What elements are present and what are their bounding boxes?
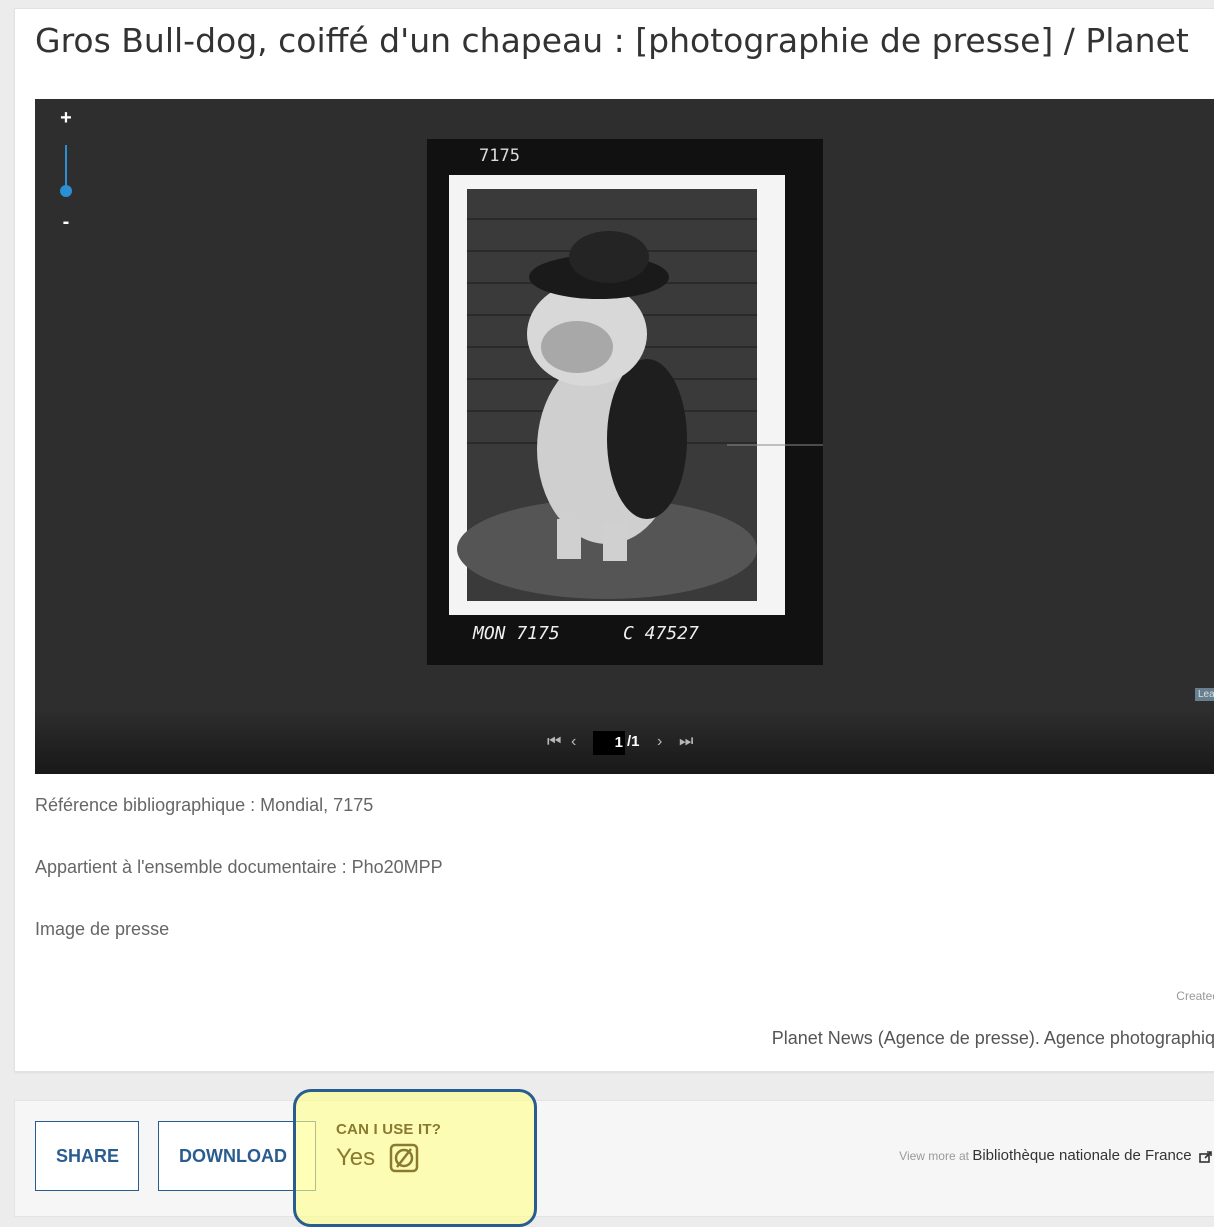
rights-statement[interactable]: Yes bbox=[336, 1143, 419, 1173]
provider-link[interactable]: Bibliothèque nationale de France bbox=[972, 1147, 1191, 1164]
image-viewer[interactable]: + - 7175 MON 7175 C 47527 Lea ⏮ ‹ 1 /1 ›… bbox=[35, 99, 1214, 774]
rights-value: Yes bbox=[336, 1144, 376, 1171]
photo-marking-bottom-right: C 47527 bbox=[623, 623, 699, 644]
public-domain-icon bbox=[389, 1143, 419, 1173]
bibliographic-reference: Référence bibliographique : Mondial, 717… bbox=[35, 795, 374, 815]
creator-name: Planet News (Agence de presse). Agence p… bbox=[771, 1028, 1214, 1048]
share-button[interactable]: SHARE bbox=[35, 1121, 139, 1191]
zoom-in-button[interactable]: + bbox=[59, 108, 73, 128]
created-by-label: Created by bbox=[1176, 989, 1214, 1003]
photo-marking-bottom-left: MON 7175 bbox=[472, 623, 560, 644]
collection-membership: Appartient à l'ensemble documentaire : P… bbox=[35, 857, 443, 877]
external-link-icon[interactable] bbox=[1199, 1151, 1213, 1163]
view-more-prefix: View more at bbox=[899, 1149, 969, 1163]
zoom-slider-handle[interactable] bbox=[60, 185, 72, 197]
document-type: Image de presse bbox=[35, 919, 170, 939]
page-navigator: ⏮ ‹ 1 /1 › ⏭ bbox=[35, 709, 1214, 774]
next-page-icon[interactable]: › bbox=[657, 733, 662, 751]
zoom-out-button[interactable]: - bbox=[59, 212, 73, 232]
page-number-input[interactable]: 1 bbox=[593, 731, 625, 755]
view-more: View more at Bibliothèque nationale de F… bbox=[899, 1147, 1213, 1164]
photo-marking-top: 7175 bbox=[479, 146, 520, 166]
last-page-icon[interactable]: ⏭ bbox=[679, 733, 693, 751]
page-title: Gros Bull-dog, coiffé d'un chapeau : [ph… bbox=[35, 21, 1189, 60]
first-page-icon[interactable]: ⏮ bbox=[547, 733, 561, 751]
footer-bar: SHARE DOWNLOAD CAN I USE IT? Yes View mo… bbox=[14, 1089, 1214, 1227]
bulldog-photo: 7175 MON 7175 C 47527 bbox=[427, 139, 823, 665]
leaflet-attribution[interactable]: Leaflet bbox=[1194, 688, 1214, 701]
can-i-use-it-label: CAN I USE IT? bbox=[336, 1121, 442, 1138]
page-total: /1 bbox=[627, 733, 640, 750]
zoom-slider-track[interactable] bbox=[65, 145, 67, 189]
item-card: Gros Bull-dog, coiffé d'un chapeau : [ph… bbox=[14, 8, 1214, 1072]
previous-page-icon[interactable]: ‹ bbox=[571, 733, 576, 751]
